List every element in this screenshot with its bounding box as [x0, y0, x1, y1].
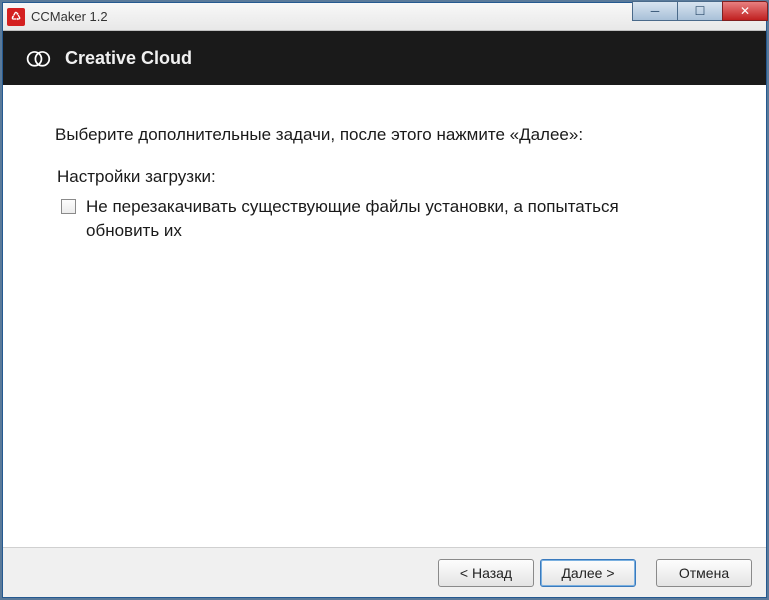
installer-window: ♺ CCMaker 1.2 ─ ☐ ✕ Creative Cloud Выбер…	[2, 2, 767, 598]
minimize-button[interactable]: ─	[632, 1, 678, 21]
button-bar: < Назад Далее > Отмена	[3, 547, 766, 597]
redownload-checkbox-label: Не перезакачивать существующие файлы уст…	[86, 195, 666, 243]
next-button[interactable]: Далее >	[540, 559, 636, 587]
nav-button-group: < Назад Далее >	[438, 559, 636, 587]
creative-cloud-icon	[25, 45, 51, 71]
header-title: Creative Cloud	[65, 48, 192, 69]
redownload-checkbox[interactable]	[61, 199, 76, 214]
titlebar: ♺ CCMaker 1.2 ─ ☐ ✕	[3, 3, 766, 31]
header-band: Creative Cloud	[3, 31, 766, 85]
cancel-button[interactable]: Отмена	[656, 559, 752, 587]
checkbox-row: Не перезакачивать существующие файлы уст…	[61, 195, 718, 243]
maximize-icon: ☐	[695, 4, 706, 18]
close-icon: ✕	[740, 4, 750, 18]
section-label: Настройки загрузки:	[57, 167, 718, 187]
back-button[interactable]: < Назад	[438, 559, 534, 587]
app-icon: ♺	[7, 8, 25, 26]
close-button[interactable]: ✕	[722, 1, 768, 21]
instruction-text: Выберите дополнительные задачи, после эт…	[55, 125, 718, 145]
window-controls: ─ ☐ ✕	[633, 1, 768, 21]
maximize-button[interactable]: ☐	[677, 1, 723, 21]
window-title: CCMaker 1.2	[31, 9, 108, 24]
minimize-icon: ─	[651, 4, 660, 18]
content-area: Выберите дополнительные задачи, после эт…	[3, 85, 766, 547]
